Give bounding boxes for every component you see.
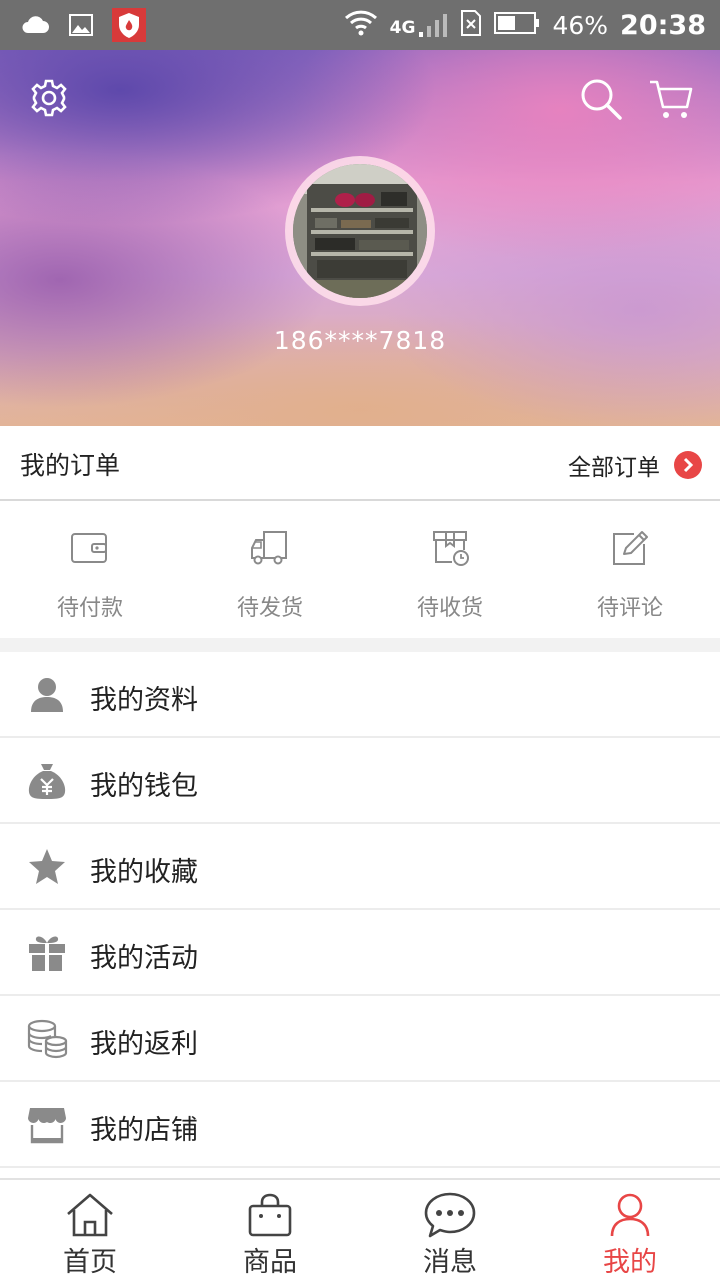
nav-label: 消息: [423, 1247, 477, 1278]
avatar[interactable]: [293, 164, 427, 298]
orders-title: 我的订单: [20, 451, 121, 480]
order-status-pending-shipment[interactable]: 待发货: [180, 502, 360, 638]
menu-item-activities[interactable]: 我的活动: [0, 910, 720, 996]
network-type: 4G: [389, 18, 416, 38]
cart-icon: [650, 80, 693, 118]
menu-item-store[interactable]: 我的店铺: [0, 1082, 720, 1168]
truck-icon: [251, 531, 287, 565]
menu-item-favorites[interactable]: 我的收藏: [0, 824, 720, 910]
menu-item-profile[interactable]: 我的资料: [0, 652, 720, 738]
nav-products[interactable]: 商品: [180, 1180, 360, 1280]
status-bar-right: 4G 46% 20:38: [344, 0, 706, 50]
coins-icon: [26, 1019, 68, 1059]
status-bar: 4G 46% 20:38: [0, 0, 720, 50]
gift-icon: [26, 933, 68, 973]
orders-header: 我的订单 全部订单: [0, 426, 720, 501]
profile-header: 186****7818: [0, 50, 720, 426]
settings-button[interactable]: [28, 77, 70, 119]
money-bag-icon: [26, 761, 68, 801]
nav-label: 商品: [243, 1247, 297, 1278]
menu-item-label: 我的收藏: [90, 857, 198, 888]
user-icon: [26, 675, 68, 715]
person-icon: [610, 1193, 650, 1237]
avatar-photo: [293, 164, 427, 298]
section-divider: [0, 638, 720, 652]
cart-button[interactable]: [648, 76, 694, 122]
no-sim-icon: [460, 9, 482, 41]
battery-percent: 46%: [552, 10, 609, 40]
image-icon: [68, 13, 94, 41]
nav-home[interactable]: 首页: [0, 1180, 180, 1280]
battery-icon: [494, 11, 540, 39]
package-clock-icon: [433, 531, 469, 566]
search-button[interactable]: [578, 76, 624, 122]
order-status-row: 待付款 待发货 待收货 待评论: [0, 502, 720, 638]
order-status-pending-payment[interactable]: 待付款: [0, 502, 180, 638]
chat-icon: [424, 1192, 476, 1238]
bottom-navigation: 首页 商品 消息 我的: [0, 1178, 720, 1280]
menu-item-label: 我的资料: [90, 685, 198, 716]
status-bar-left: [20, 8, 146, 46]
order-status-label: 待评论: [596, 596, 663, 621]
all-orders-label: 全部订单: [568, 455, 660, 481]
order-status-pending-receipt[interactable]: 待收货: [360, 502, 540, 638]
wallet-icon: [71, 533, 107, 563]
menu-item-wallet[interactable]: 我的钱包: [0, 738, 720, 824]
security-app-icon: [112, 8, 146, 46]
nav-label: 首页: [63, 1247, 117, 1278]
store-icon: [26, 1105, 68, 1145]
cloud-icon: [20, 13, 50, 41]
order-status-label: 待付款: [56, 596, 123, 621]
star-icon: [26, 847, 68, 887]
menu-item-label: 我的返利: [90, 1029, 198, 1060]
user-phone: 186****7818: [273, 326, 447, 355]
nav-messages[interactable]: 消息: [360, 1180, 540, 1280]
profile-menu: 我的资料 我的钱包 我的收藏 我的活动 我的返利 我的店铺: [0, 652, 720, 1168]
nav-me[interactable]: 我的: [540, 1180, 720, 1280]
edit-icon: [613, 531, 648, 565]
shopping-bag-icon: [248, 1193, 292, 1237]
menu-item-label: 我的店铺: [90, 1115, 198, 1146]
menu-item-label: 我的钱包: [90, 771, 198, 802]
home-icon: [67, 1193, 113, 1237]
order-status-pending-review[interactable]: 待评论: [540, 502, 720, 638]
menu-item-label: 我的活动: [90, 943, 198, 974]
order-status-label: 待收货: [416, 596, 483, 621]
chevron-right-icon: [674, 451, 702, 479]
cell-signal-icon: 4G: [390, 12, 449, 38]
wifi-icon: [344, 9, 378, 41]
menu-item-rebates[interactable]: 我的返利: [0, 996, 720, 1082]
clock: 20:38: [620, 9, 706, 41]
gear-icon: [31, 79, 67, 117]
search-icon: [581, 79, 622, 120]
nav-label: 我的: [603, 1247, 657, 1278]
all-orders-link[interactable]: 全部订单: [568, 448, 702, 482]
order-status-label: 待发货: [236, 596, 303, 621]
